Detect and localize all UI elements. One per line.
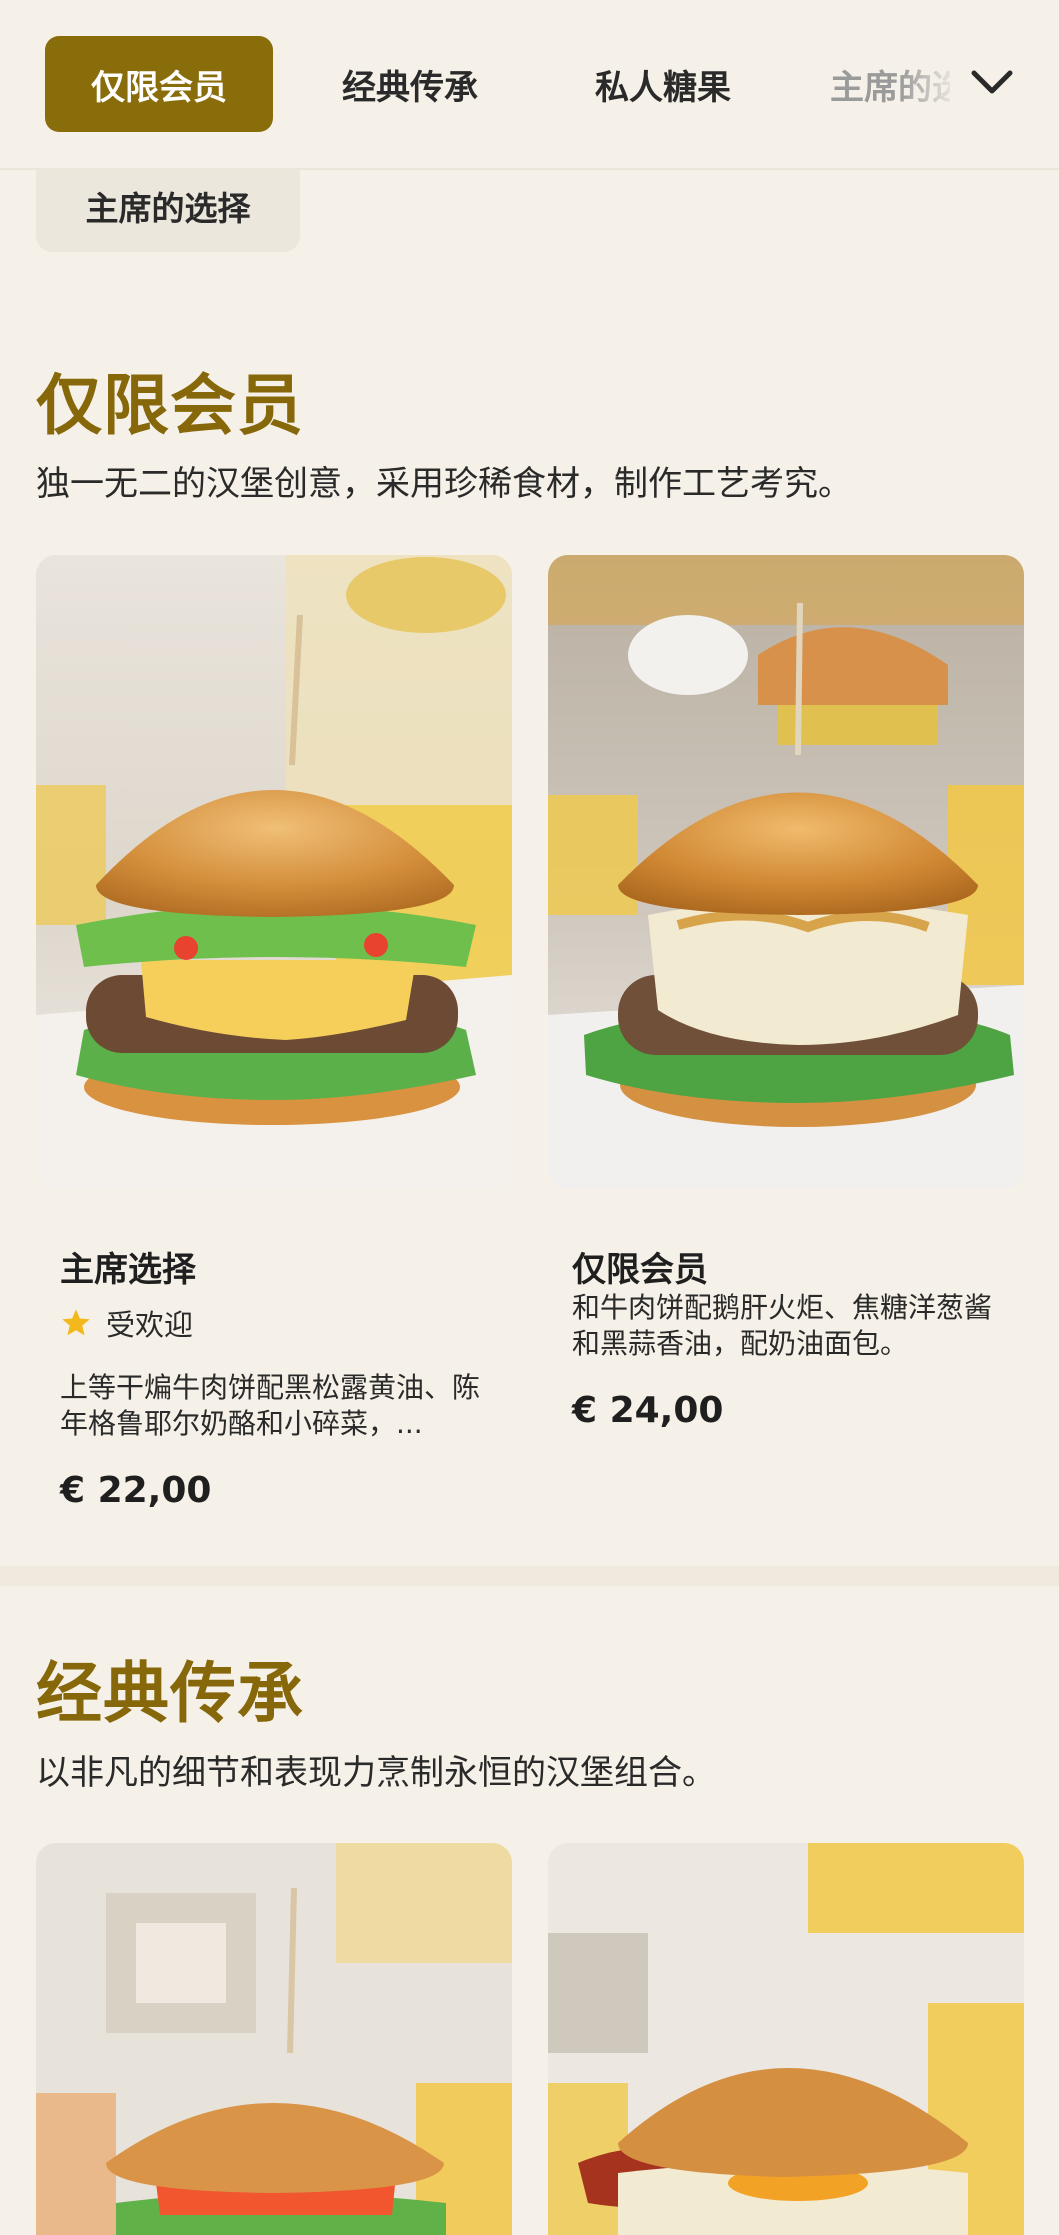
popular-badge: 受欢迎: [60, 1302, 193, 1344]
tab-classic-heritage[interactable]: 经典传承: [300, 36, 520, 132]
section-title: 经典传承: [36, 1655, 304, 1732]
burger-photo[interactable]: [548, 1843, 1024, 2235]
section-description: 独一无二的汉堡创意，采用珍稀食材，制作工艺考究。: [36, 464, 852, 504]
tab-overflow-chip[interactable]: 主席的选择: [36, 160, 300, 252]
tab-private-candy[interactable]: 私人糖果: [553, 36, 773, 132]
star-icon: [62, 1309, 90, 1336]
item-name: 主席选择: [60, 1250, 196, 1290]
item-description: 上等干煸牛肉饼配黑松露黄油、陈年格鲁耶尔奶酪和小碎菜，...: [60, 1371, 481, 1440]
section-description: 以非凡的细节和表现力烹制永恒的汉堡组合。: [36, 1753, 716, 1793]
burger-photo[interactable]: [36, 555, 512, 1189]
item-price: € 24,00: [572, 1390, 724, 1431]
item-name: 仅限会员: [572, 1250, 708, 1290]
tab-members-only[interactable]: 仅限会员: [45, 36, 273, 132]
section-divider: [0, 1566, 1059, 1586]
burger-photo[interactable]: [548, 555, 1024, 1189]
chevron-down-icon[interactable]: [960, 50, 1024, 114]
section-title: 仅限会员: [36, 367, 304, 444]
badge-label: 受欢迎: [106, 1308, 194, 1342]
item-price: € 22,00: [60, 1470, 212, 1511]
menu-page: 仅限会员 经典传承 私人糖果 主席的选择 主席的选择 仅限会员 独一无二的汉堡创…: [0, 0, 1059, 2235]
item-description: 和牛肉饼配鹅肝火炬、焦糖洋葱酱和黑蒜香油，配奶油面包。: [572, 1291, 993, 1360]
category-tab-bar: 仅限会员 经典传承 私人糖果 主席的选择: [0, 0, 1059, 170]
burger-photo[interactable]: [36, 1843, 512, 2235]
